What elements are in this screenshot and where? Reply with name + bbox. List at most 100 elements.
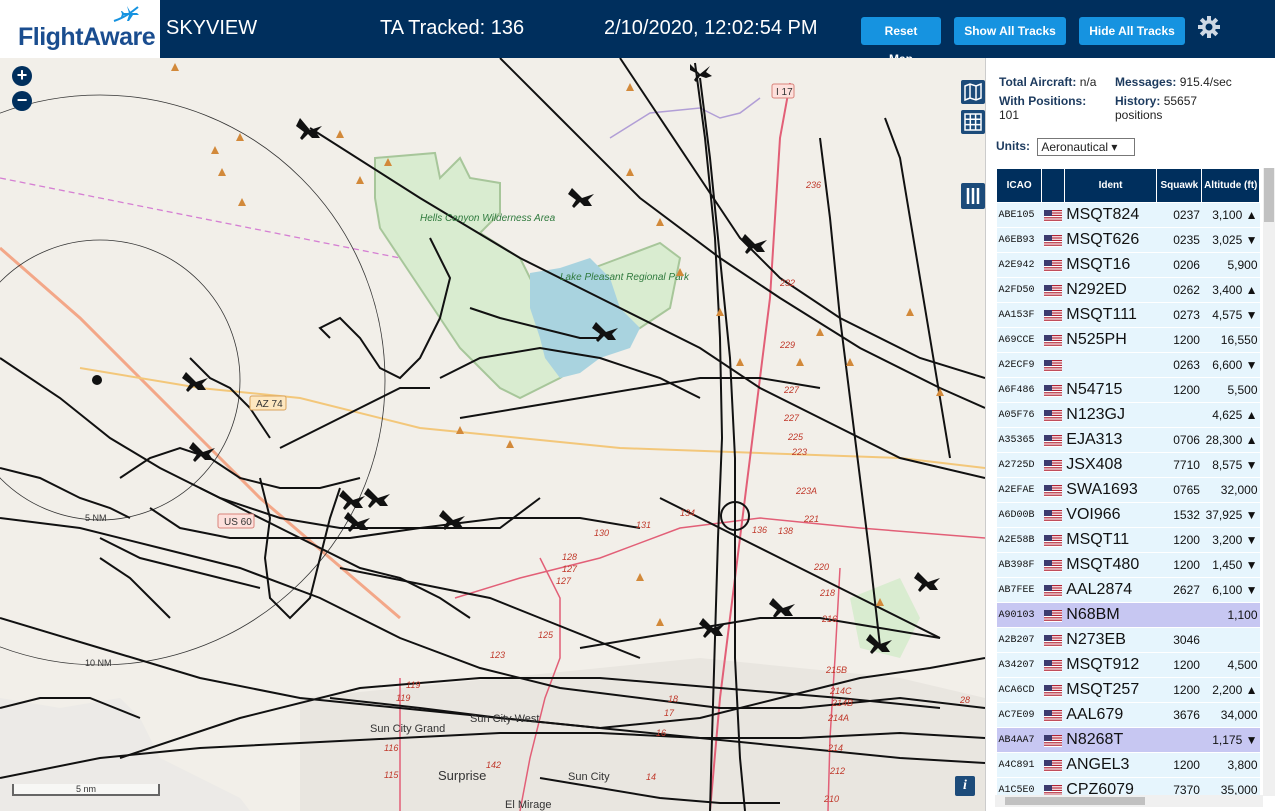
ident-cell: MSQT11 — [1064, 527, 1157, 553]
gear-icon[interactable] — [1196, 14, 1222, 40]
squawk-cell: 0273 — [1156, 302, 1202, 328]
table-row[interactable]: A2E942 MSQT16 0206 5,900 — [996, 252, 1260, 278]
ident-cell: N292ED — [1064, 277, 1157, 303]
col-altitude[interactable]: Altitude (ft) — [1201, 168, 1260, 203]
table-row[interactable]: A6D00B VOI966 1532 37,925 ▼ — [996, 502, 1260, 528]
icao-cell: A6EB93 — [996, 227, 1042, 253]
svg-text:128: 128 — [562, 552, 577, 562]
col-flag[interactable] — [1041, 168, 1065, 203]
icao-cell: A35365 — [996, 427, 1042, 453]
messages-rate: Messages: 915.4/sec — [1115, 75, 1232, 89]
skyview-app: FlightAware SKYVIEW TA Tracked: 136 2/10… — [0, 0, 1275, 811]
squawk-cell: 0263 — [1156, 352, 1202, 378]
lake-pleasant-label: Lake Pleasant Regional Park — [560, 272, 690, 283]
ident-cell: JSX408 — [1064, 452, 1157, 478]
aircraft-table-wrapper[interactable]: ICAO Ident Squawk Altitude (ft) ABE105 MS… — [996, 168, 1262, 811]
svg-text:214B: 214B — [831, 698, 853, 708]
ident-cell: MSQT912 — [1064, 652, 1157, 678]
table-row[interactable]: AA153F MSQT111 0273 4,575 ▼ — [996, 302, 1260, 328]
map-view[interactable]: Hells Canyon Wilderness Area Lake Pleasa… — [0, 58, 985, 811]
col-icao[interactable]: ICAO — [996, 168, 1043, 203]
table-row[interactable]: A2B207 N273EB 3046 — [996, 627, 1260, 653]
units-select[interactable]: Aeronautical ▾ — [1037, 138, 1136, 156]
flightaware-logo[interactable]: FlightAware — [0, 0, 160, 58]
table-row[interactable]: A90103 N68BM 1,100 — [996, 602, 1260, 628]
altitude-cell: 1,100 — [1201, 602, 1260, 628]
app-title: SKYVIEW — [166, 17, 258, 39]
table-vertical-scrollbar[interactable] — [1263, 168, 1275, 796]
table-row[interactable]: ABE105 MSQT824 0237 3,100 ▲ — [996, 202, 1260, 228]
us-flag-icon — [1044, 759, 1062, 772]
squawk-cell: 3676 — [1156, 702, 1202, 728]
table-row[interactable]: AC7E09 AAL679 3676 34,000 — [996, 702, 1260, 728]
hide-all-tracks-button[interactable]: Hide All Tracks — [1079, 17, 1185, 45]
vertical-scroll-thumb[interactable] — [1264, 168, 1274, 222]
svg-text:229: 229 — [779, 340, 795, 350]
svg-text:218: 218 — [819, 588, 835, 598]
icao-cell: A6F486 — [996, 377, 1042, 403]
show-all-tracks-button[interactable]: Show All Tracks — [954, 17, 1066, 45]
svg-text:14: 14 — [646, 772, 656, 782]
flag-cell — [1041, 252, 1065, 278]
clock-display: 2/10/2020, 12:02:54 PM — [604, 17, 818, 39]
svg-text:142: 142 — [486, 760, 501, 770]
svg-text:223A: 223A — [795, 486, 817, 496]
table-row[interactable]: AB4AA7 N8268T 1,175 ▼ — [996, 727, 1260, 753]
flag-cell — [1041, 402, 1065, 428]
ident-cell: N68BM — [1064, 602, 1157, 628]
ident-cell: VOI966 — [1064, 502, 1157, 528]
ident-cell: N273EB — [1064, 627, 1157, 653]
receiver-marker — [92, 375, 102, 385]
map-canvas[interactable]: Hells Canyon Wilderness Area Lake Pleasa… — [0, 58, 985, 811]
table-row[interactable]: A35365 EJA313 0706 28,300 ▲ — [996, 427, 1260, 453]
squawk-cell: 7710 — [1156, 452, 1202, 478]
icao-cell: A2725D — [996, 452, 1042, 478]
altitude-cell: 5,900 — [1201, 252, 1260, 278]
us-flag-icon — [1044, 284, 1062, 297]
i17-label: I 17 — [776, 87, 793, 98]
map-layers-icon[interactable] — [961, 80, 985, 104]
table-row[interactable]: A34207 MSQT912 1200 4,500 — [996, 652, 1260, 678]
col-ident[interactable]: Ident — [1063, 168, 1158, 203]
table-row[interactable]: A6F486 N54715 1200 5,500 — [996, 377, 1260, 403]
horizontal-scroll-thumb[interactable] — [1005, 797, 1145, 805]
altitude-cell: 2,200 ▲ — [1201, 677, 1260, 703]
table-row[interactable]: A05F76 N123GJ 4,625 ▲ — [996, 402, 1260, 428]
squawk-cell: 1200 — [1156, 377, 1202, 403]
squawk-cell: 1200 — [1156, 327, 1202, 353]
table-row[interactable]: A4C891 ANGEL3 1200 3,800 — [996, 752, 1260, 778]
icao-cell: AB7FEE — [996, 577, 1042, 603]
zoom-in-button[interactable]: + — [12, 66, 32, 86]
table-row[interactable]: ACA6CD MSQT257 1200 2,200 ▲ — [996, 677, 1260, 703]
table-row[interactable]: AB398F MSQT480 1200 1,450 ▼ — [996, 552, 1260, 578]
table-row[interactable]: A2FD50 N292ED 0262 3,400 ▲ — [996, 277, 1260, 303]
flag-cell — [1041, 552, 1065, 578]
altitude-cell: 3,100 ▲ — [1201, 202, 1260, 228]
us-flag-icon — [1044, 584, 1062, 597]
reset-map-button[interactable]: Reset Map — [861, 17, 941, 66]
us-flag-icon — [1044, 209, 1062, 222]
info-button[interactable]: i — [955, 776, 975, 796]
el-mirage-label: El Mirage — [505, 799, 551, 811]
altitude-cell: 28,300 ▲ — [1201, 427, 1260, 453]
svg-text:214: 214 — [827, 743, 843, 753]
svg-text:119: 119 — [406, 680, 420, 690]
icao-cell: AB398F — [996, 552, 1042, 578]
total-aircraft: Total Aircraft: n/a — [999, 75, 1097, 89]
table-row[interactable]: A69CCE N525PH 1200 16,550 — [996, 327, 1260, 353]
table-row[interactable]: A6EB93 MSQT626 0235 3,025 ▼ — [996, 227, 1260, 253]
zoom-out-button[interactable]: − — [12, 91, 32, 111]
grid-icon[interactable] — [961, 110, 985, 134]
table-row[interactable]: A2725D JSX408 7710 8,575 ▼ — [996, 452, 1260, 478]
flag-cell — [1041, 752, 1065, 778]
table-row[interactable]: A2EFAE SWA1693 0765 32,000 — [996, 477, 1260, 503]
ident-cell: N8268T — [1064, 727, 1157, 753]
table-row[interactable]: A2E58B MSQT11 1200 3,200 ▼ — [996, 527, 1260, 553]
table-row[interactable]: A2ECF9 0263 6,600 ▼ — [996, 352, 1260, 378]
table-row[interactable]: AB7FEE AAL2874 2627 6,100 ▼ — [996, 577, 1260, 603]
col-squawk[interactable]: Squawk — [1156, 168, 1203, 203]
svg-text:115: 115 — [384, 770, 399, 780]
columns-icon[interactable] — [961, 183, 985, 209]
svg-text:223: 223 — [791, 447, 807, 457]
flag-cell — [1041, 627, 1065, 653]
